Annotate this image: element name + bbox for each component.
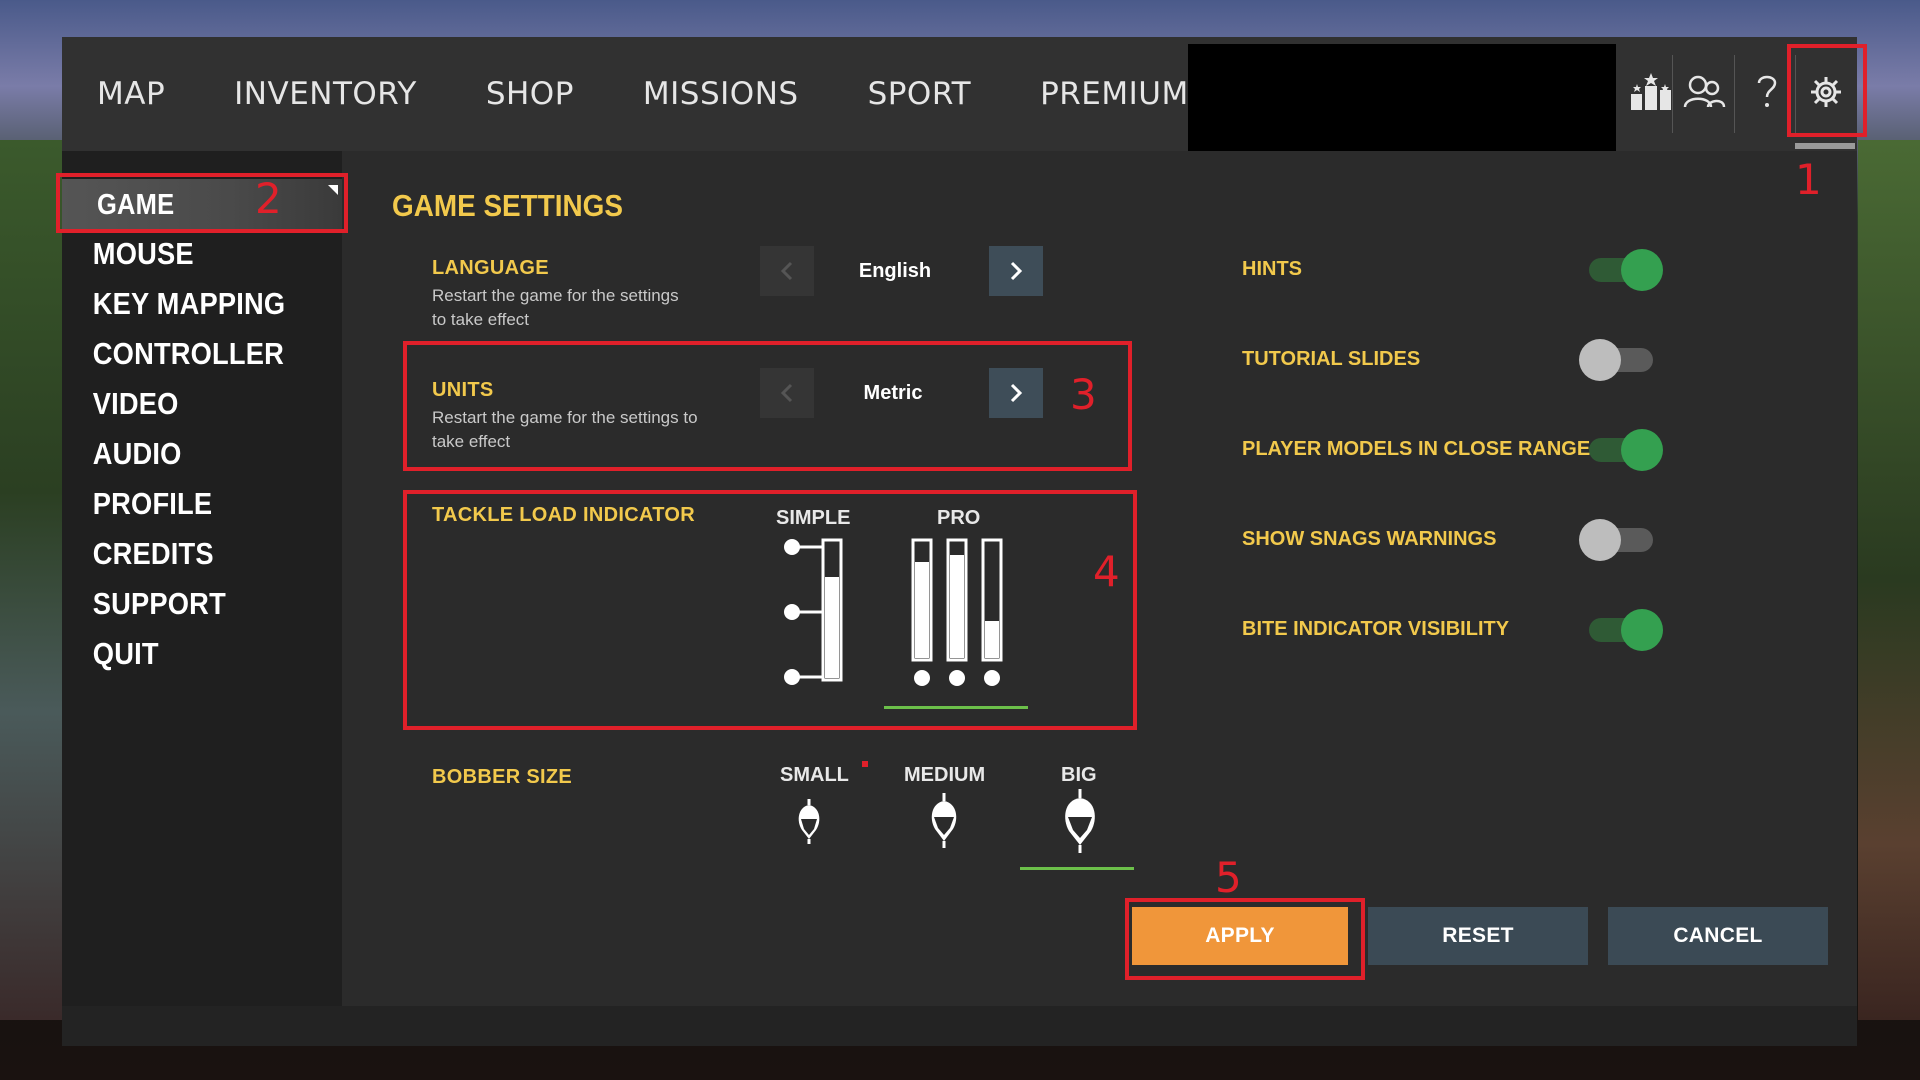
tab-inventory[interactable]: INVENTORY [234,76,417,112]
tab-missions[interactable]: MISSIONS [643,76,799,112]
background-left [0,140,62,1020]
tab-sport[interactable]: SPORT [868,76,972,112]
hints-label: HINTS [1242,258,1302,280]
annotation-number-5: 5 [1215,853,1242,902]
top-nav: MAP INVENTORY SHOP MISSIONS SPORT PREMIU… [97,37,1258,151]
tab-shop[interactable]: SHOP [486,76,574,112]
bobber-big-icon[interactable] [1060,787,1100,857]
friends-icon[interactable] [1675,57,1733,127]
sidebar-item-mouse[interactable]: MOUSE [62,228,308,280]
sidebar-item-audio[interactable]: AUDIO [62,428,308,480]
red-dot-marker [862,761,868,767]
annotation-box-4 [403,490,1137,730]
tutorial-slides-toggle[interactable] [1579,339,1655,381]
redacted-area [1188,44,1616,151]
tab-map[interactable]: MAP [97,76,165,112]
annotation-number-3: 3 [1070,370,1097,419]
sidebar-item-video[interactable]: VIDEO [62,378,308,430]
snags-warnings-label: SHOW SNAGS WARNINGS [1242,528,1497,550]
gear-active-indicator [1795,143,1855,149]
sidebar-item-profile[interactable]: PROFILE [62,478,308,530]
snags-warnings-toggle[interactable] [1579,519,1655,561]
bobber-small-icon[interactable] [794,797,824,847]
bottom-bar [62,1006,1857,1046]
bite-indicator-label: BITE INDICATOR VISIBILITY [1242,618,1510,640]
page-title: GAME SETTINGS [392,188,623,223]
divider [1734,55,1735,133]
language-next-button[interactable] [989,246,1043,296]
sidebar: GAME MOUSE KEY MAPPING CONTROLLER VIDEO … [62,151,342,1006]
sidebar-item-credits[interactable]: CREDITS [62,528,308,580]
top-bar: MAP INVENTORY SHOP MISSIONS SPORT PREMIU… [62,37,1857,151]
annotation-box-2 [56,173,348,233]
bite-indicator-toggle[interactable] [1587,609,1663,651]
tab-premium[interactable]: PREMIUM [1040,76,1189,112]
bobber-medium-icon[interactable] [927,791,961,851]
bobber-selected-indicator [1020,867,1134,870]
annotation-box-1 [1787,44,1867,137]
cancel-button[interactable]: CANCEL [1608,907,1828,965]
language-note-line2: to take effect [432,310,530,329]
language-label: LANGUAGE [432,257,549,279]
language-prev-button[interactable] [760,246,814,296]
background-right [1858,140,1920,1020]
tutorial-slides-label: TUTORIAL SLIDES [1242,348,1421,370]
language-note-line1: Restart the game for the settings [432,286,679,305]
sidebar-item-key-mapping[interactable]: KEY MAPPING [62,278,308,330]
sidebar-item-quit[interactable]: QUIT [62,628,308,680]
reset-button[interactable]: RESET [1368,907,1588,965]
annotation-number-1: 1 [1795,155,1822,204]
bobber-option-medium-label: MEDIUM [904,764,986,786]
sidebar-item-support[interactable]: SUPPORT [62,578,308,630]
player-models-label: PLAYER MODELS IN CLOSE RANGE [1242,438,1591,460]
sidebar-item-controller[interactable]: CONTROLLER [62,328,308,380]
annotation-number-2: 2 [255,174,282,223]
annotation-box-3 [403,341,1132,471]
divider [1672,55,1673,133]
language-value: English [858,260,932,282]
bobber-option-big-label: BIG [1061,764,1097,786]
hints-toggle[interactable] [1587,249,1663,291]
bobber-option-small-label: SMALL [780,764,849,786]
player-models-toggle[interactable] [1587,429,1663,471]
annotation-number-4: 4 [1093,547,1120,596]
annotation-box-5 [1125,898,1365,980]
bobber-size-label: BOBBER SIZE [432,766,572,788]
